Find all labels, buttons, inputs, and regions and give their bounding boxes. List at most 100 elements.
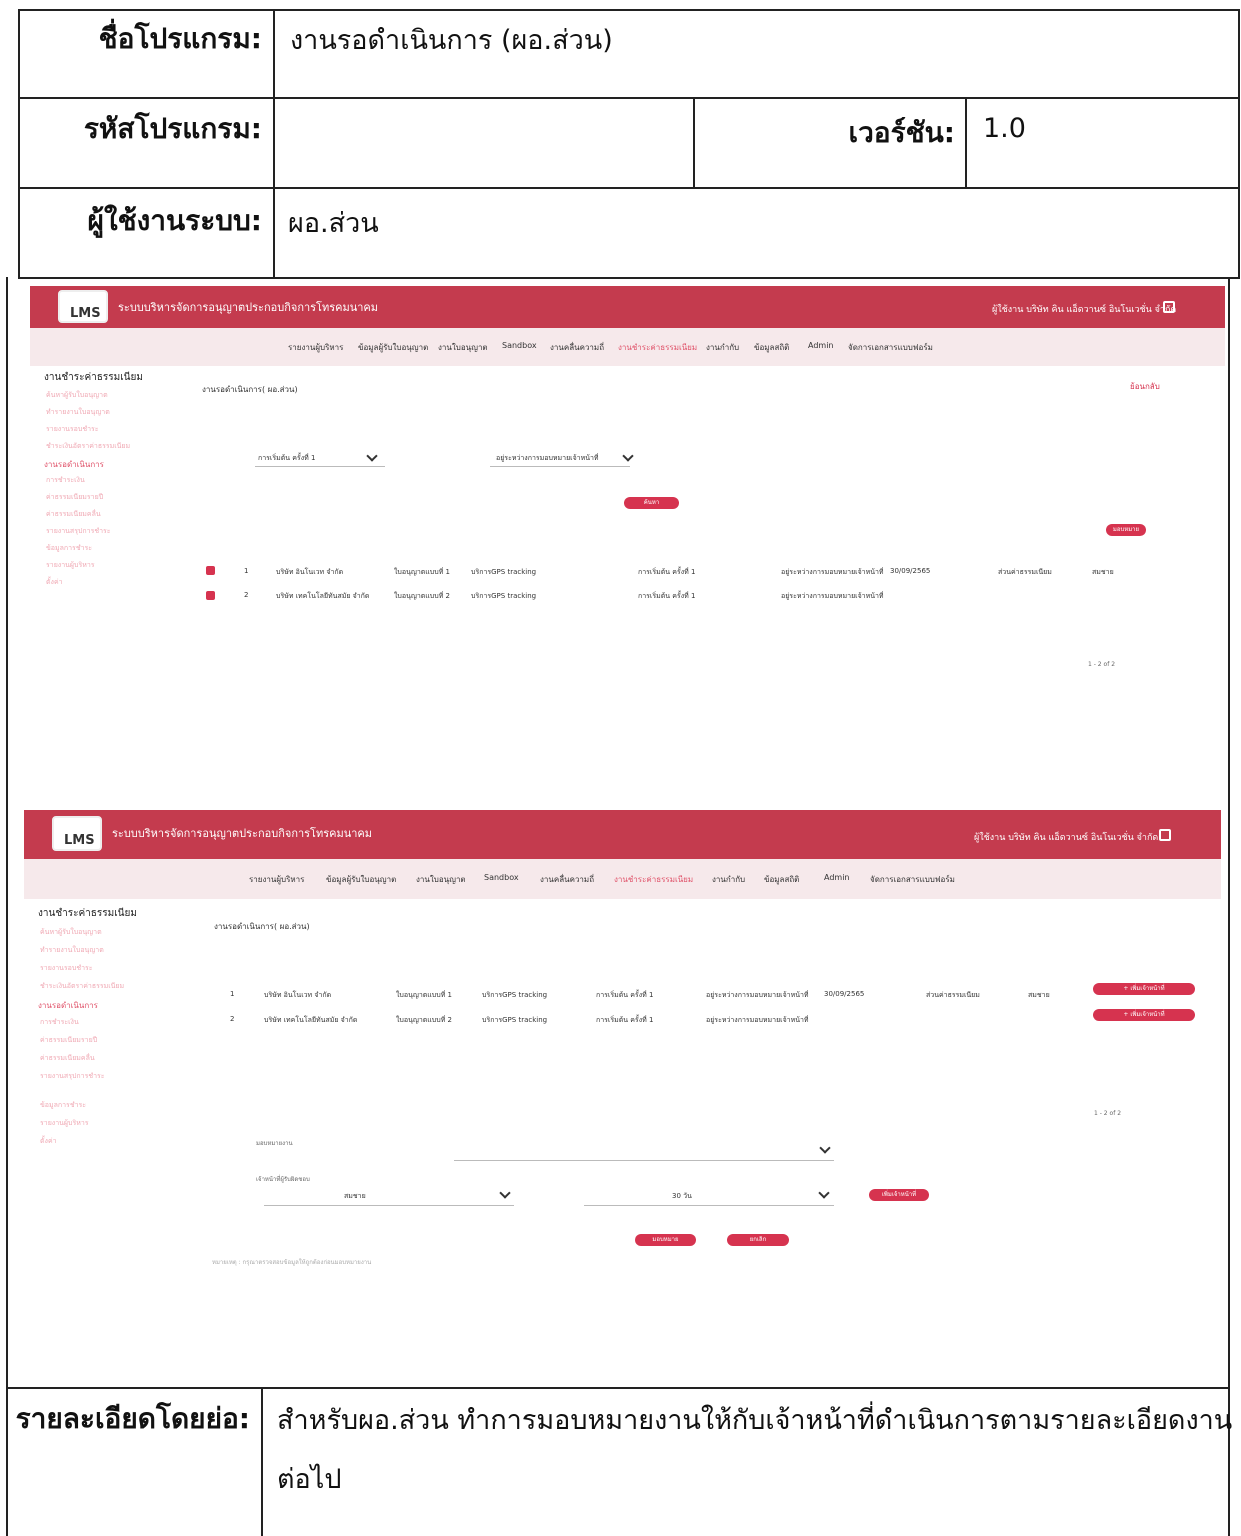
sidebar-item[interactable]: ตั้งค่า [46,577,63,588]
app-title: ระบบบริหารจัดการอนุญาตประกอบกิจการโทรคมน… [118,301,379,314]
sidebar-heading: งานชำระค่าธรรมเนียม [38,908,137,919]
row-company: บริษัท เทคโนโลยีทันสมัย จำกัด [264,1016,358,1024]
sidebar-item[interactable]: ทำรายงานใบอนุญาต [46,407,110,418]
sidebar-item[interactable]: ค่าธรรมเนียมคลื่น [46,509,101,520]
nav-item-active[interactable]: งานชำระค่าธรรมเนียม [618,341,697,354]
nav-item[interactable]: ข้อมูลผู้รับใบอนุญาต [358,341,428,354]
nav-item[interactable]: Sandbox [502,341,537,350]
sidebar-item[interactable]: รายงานรอบชำระ [40,963,93,974]
user-info: ผู้ใช้งาน บริษัท คิน แอ็ดวานซ์ อินโนเวชั… [992,305,1177,315]
add-officer-button[interactable]: + เพิ่มเจ้าหน้าที่ [1093,1009,1195,1021]
sidebar-item[interactable]: รายงานรอบชำระ [46,424,99,435]
sidebar-item[interactable]: ค่าธรรมเนียมรายปี [46,492,103,503]
sidebar-item[interactable]: ข้อมูลการชำระ [40,1100,86,1111]
row-company: บริษัท เทคโนโลยีทันสมัย จำกัด [276,592,370,600]
officer-select[interactable]: สมชาย [344,1191,366,1202]
sidebar-item[interactable]: รายงานผู้บริหาร [46,560,95,571]
nav-item[interactable]: ข้อมูลสถิติ [754,341,789,354]
days-select[interactable]: 30 วัน [672,1191,692,1202]
row-license: ใบอนุญาตแบบที่ 1 [396,991,452,999]
sidebar-item[interactable]: การชำระเงิน [46,475,85,486]
row-officer: สมชาย [1092,568,1114,576]
nav-item[interactable]: จัดการเอกสารแบบฟอร์ม [848,341,933,354]
sidebar-item[interactable]: ชำระเงินอัตราค่าธรรมเนียม [46,441,130,452]
select-underline [454,1160,834,1161]
assign-button[interactable]: มอบหมาย [1106,524,1146,536]
nav-item[interactable]: รายงานผู้บริหาร [288,341,343,354]
table-border [693,97,695,189]
sidebar-heading: งานชำระค่าธรรมเนียม [44,372,143,383]
search-button[interactable]: ค้นหา [624,497,679,509]
user-value: ผอ.ส่วน [288,208,379,239]
row-no: 1 [244,567,249,575]
cancel-button[interactable]: ยกเลิก [727,1234,789,1246]
main-nav: รายงานผู้บริหาร ข้อมูลผู้รับใบอนุญาต งาน… [24,859,1221,899]
sidebar: งานชำระค่าธรรมเนียม ค้นหาผู้รับใบอนุญาต … [44,370,194,600]
row-no: 2 [244,591,249,599]
table-border [261,1387,263,1536]
row-service: บริการGPS tracking [471,592,537,600]
note-text: หมายเหตุ : กรุณาตรวจสอบข้อมูลให้ถูกต้องก… [212,1259,372,1266]
summary-label: รายละเอียดโดยย่อ: [15,1402,250,1435]
logout-icon[interactable] [1163,301,1175,313]
filter-select[interactable]: อยู่ระหว่างการมอบหมายเจ้าหน้าที่ [496,453,599,464]
nav-item[interactable]: ข้อมูลผู้รับใบอนุญาต [326,873,396,886]
sidebar-item[interactable]: ตั้งค่า [40,1136,57,1147]
sidebar-item-active[interactable]: งานรอดำเนินการ [44,458,104,471]
sidebar-item-active[interactable]: งานรอดำเนินการ [38,999,98,1012]
row-dept: ส่วนค่าธรรมเนียม [998,568,1052,576]
sidebar-item[interactable]: ข้อมูลการชำระ [46,543,92,554]
submit-button[interactable]: มอบหมาย [635,1234,696,1246]
sidebar-item[interactable]: ค่าธรรมเนียมคลื่น [40,1053,95,1064]
app-header: LMS ระบบบริหารจัดการอนุญาตประกอบกิจการโท… [24,810,1221,859]
program-name-label: ชื่อโปรแกรม: [98,22,262,55]
nav-item[interactable]: งานกำกับ [712,873,745,886]
row-status: อยู่ระหว่างการมอบหมายเจ้าหน้าที่ [781,592,884,600]
nav-item[interactable]: งานกำกับ [706,341,739,354]
table-border [965,97,967,189]
sidebar-item[interactable]: ค้นหาผู้รับใบอนุญาต [40,927,102,938]
table-border [1228,277,1230,1536]
table-border [18,9,1240,11]
program-name-value: งานรอดำเนินการ (ผอ.ส่วน) [290,25,613,56]
filter-select[interactable]: การเริ่มต้น ครั้งที่ 1 [258,453,315,464]
row-checkbox[interactable] [206,591,215,600]
sidebar-item[interactable]: รายงานผู้บริหาร [40,1118,89,1129]
logout-icon[interactable] [1159,829,1171,841]
nav-item[interactable]: งานคลื่นความถี่ [540,873,594,886]
sidebar-item[interactable]: รายงานสรุปการชำระ [40,1071,105,1082]
add-officer-button[interactable]: + เพิ่มเจ้าหน้าที่ [1093,983,1195,995]
chevron-down-icon [819,1142,831,1154]
sidebar-item[interactable]: การชำระเงิน [40,1017,79,1028]
sidebar-item[interactable]: รายงานสรุปการชำระ [46,526,111,537]
row-no: 2 [230,1015,235,1023]
user-label: ผู้ใช้งานระบบ: [87,204,262,237]
nav-item[interactable]: งานใบอนุญาต [416,873,466,886]
sidebar-item[interactable]: ชำระเงินอัตราค่าธรรมเนียม [40,981,124,992]
nav-item[interactable]: Admin [808,341,834,350]
table-border [1238,9,1240,279]
row-status: อยู่ระหว่างการมอบหมายเจ้าหน้าที่ [706,991,809,999]
lms-logo: LMS [52,816,102,851]
row-officer: สมชาย [1028,991,1050,999]
select-underline [584,1205,834,1206]
row-checkbox[interactable] [206,566,215,575]
nav-item[interactable]: Admin [824,873,850,882]
sidebar-item[interactable]: ค้นหาผู้รับใบอนุญาต [46,390,108,401]
sidebar-item[interactable]: ทำรายงานใบอนุญาต [40,945,104,956]
nav-item[interactable]: ข้อมูลสถิติ [764,873,799,886]
nav-item-active[interactable]: งานชำระค่าธรรมเนียม [614,873,693,886]
nav-item[interactable]: งานคลื่นความถี่ [550,341,604,354]
nav-item[interactable]: รายงานผู้บริหาร [249,873,304,886]
row-stage: การเริ่มต้น ครั้งที่ 1 [638,592,696,600]
back-link[interactable]: ย้อนกลับ [1130,380,1160,393]
chevron-down-icon [622,450,634,462]
version-label: เวอร์ชัน: [848,116,956,149]
nav-item[interactable]: Sandbox [484,873,519,882]
table-border [18,187,1240,189]
add-button[interactable]: เพิ่มเจ้าหน้าที่ [869,1189,929,1201]
nav-item[interactable]: จัดการเอกสารแบบฟอร์ม [870,873,955,886]
nav-item[interactable]: งานใบอนุญาต [438,341,488,354]
sidebar-item[interactable]: ค่าธรรมเนียมรายปี [40,1035,97,1046]
row-dept: ส่วนค่าธรรมเนียม [926,991,980,999]
